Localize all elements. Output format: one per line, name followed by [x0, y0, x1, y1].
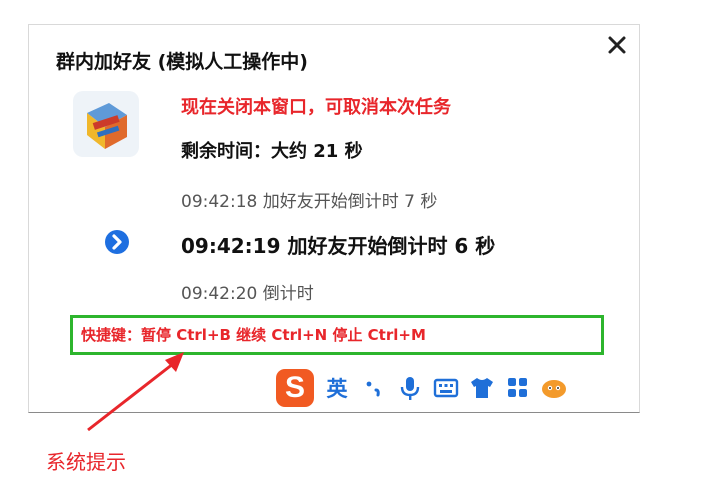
skin-button[interactable]: [468, 374, 496, 402]
popup-title: 群内加好友 (模拟人工操作中): [56, 51, 308, 73]
app-logo-icon: [71, 89, 141, 159]
skin-icon: [471, 378, 493, 398]
punctuation-icon: [366, 381, 380, 397]
soft-keyboard-button[interactable]: [432, 374, 460, 402]
log-entry: 09:42:18 加好友开始倒计时 7 秒: [181, 192, 438, 212]
ime-toolbar: S 英: [276, 369, 642, 407]
log-entry-current: 09:42:19 加好友开始倒计时 6 秒: [181, 234, 496, 258]
toolbox-button[interactable]: [504, 374, 532, 402]
toolbox-icon: [508, 378, 527, 397]
ime-language-toggle[interactable]: 英: [322, 373, 352, 403]
remaining-time-text: 剩余时间：大约 21 秒: [181, 141, 363, 162]
voice-input-button[interactable]: [396, 374, 424, 402]
screenshot-stage: 群内加好友 (模拟人工操作中) 现在关闭本窗口，可取消本次任务 剩余时间：大约 …: [0, 0, 718, 501]
keyboard-icon: [433, 378, 459, 398]
punctuation-toggle[interactable]: [360, 374, 388, 402]
hotkeys-hint: 快捷键：暂停 Ctrl+B 继续 Ctrl+N 停止 Ctrl+M: [70, 315, 604, 355]
mascot-button[interactable]: [540, 374, 568, 402]
log-entry: 09:42:20 倒计时: [181, 284, 314, 304]
current-step-arrow-icon: [104, 229, 130, 255]
mascot-icon: [542, 380, 566, 398]
annotation-label: 系统提示: [46, 450, 126, 474]
close-icon: [608, 36, 626, 54]
close-button[interactable]: [605, 33, 629, 57]
system-prompt-popup: 群内加好友 (模拟人工操作中) 现在关闭本窗口，可取消本次任务 剩余时间：大约 …: [28, 24, 640, 413]
mic-icon: [400, 377, 420, 400]
cancel-warning-text: 现在关闭本窗口，可取消本次任务: [181, 97, 451, 118]
ime-logo-icon[interactable]: S: [276, 369, 314, 407]
